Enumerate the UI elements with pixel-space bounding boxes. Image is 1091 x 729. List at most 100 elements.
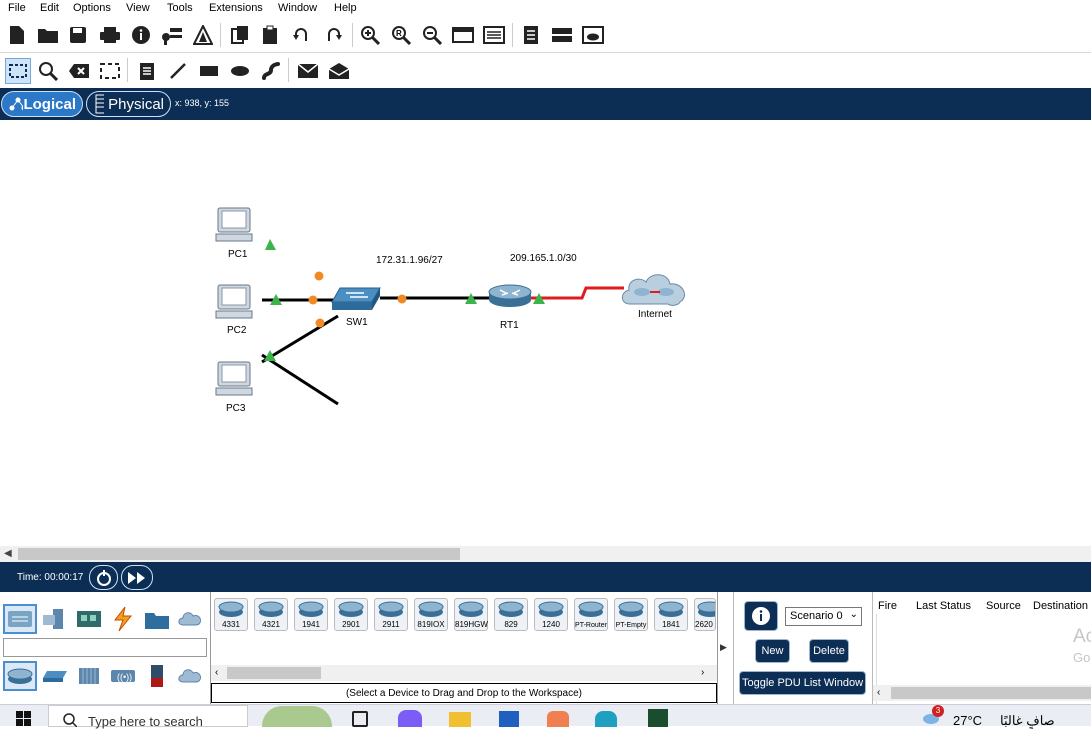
pdu-scroll-thumb[interactable] xyxy=(891,687,1091,699)
device-model-item[interactable]: 4321 xyxy=(254,598,288,631)
device-model-item[interactable]: 819IOX xyxy=(414,598,448,631)
draw-line-icon[interactable] xyxy=(166,59,190,83)
cloud-window-icon[interactable] xyxy=(581,23,605,47)
palette-scroll-right-icon[interactable]: › xyxy=(701,667,704,678)
draw-ellipse-icon[interactable] xyxy=(228,59,252,83)
toggle-pdu-list-button[interactable]: Toggle PDU List Window xyxy=(739,671,866,695)
pdu-column-source[interactable]: Source xyxy=(986,600,1021,612)
subcategory-hubs-icon[interactable] xyxy=(72,661,106,691)
redo-icon[interactable] xyxy=(321,23,345,47)
tab-logical[interactable]: Logical xyxy=(1,91,83,117)
menu-options[interactable]: Options xyxy=(73,2,111,14)
edge-icon[interactable] xyxy=(595,711,617,727)
palette-icon[interactable] xyxy=(482,23,506,47)
fast-forward-button[interactable] xyxy=(121,565,153,590)
menu-help[interactable]: Help xyxy=(334,2,357,14)
category-misc-icon[interactable] xyxy=(140,604,174,634)
device-model-item[interactable]: 829 xyxy=(494,598,528,631)
workspace-hscrollbar[interactable]: ◀ xyxy=(0,546,1091,562)
copy-icon[interactable] xyxy=(228,23,252,47)
app-icon[interactable] xyxy=(547,711,569,727)
subcategory-routers-icon[interactable] xyxy=(3,661,37,691)
taskbar-widget-image[interactable] xyxy=(262,706,332,727)
logical-workspace[interactable]: PC1 PC2 PC3 SW1 RT1 Internet 172.31.1.96… xyxy=(0,120,1091,546)
taskbar-search[interactable]: Type here to search xyxy=(48,705,248,729)
device-model-item[interactable]: 1941 xyxy=(294,598,328,631)
menu-window[interactable]: Window xyxy=(278,2,317,14)
panel-expand-icon[interactable]: ▶ xyxy=(720,642,727,653)
pdu-hscrollbar[interactable]: ‹ xyxy=(873,685,1091,701)
menu-file[interactable]: File xyxy=(8,2,26,14)
activity-wizard-icon[interactable] xyxy=(191,23,215,47)
link-pc3-sw1[interactable] xyxy=(261,314,339,364)
device-icon[interactable] xyxy=(550,23,574,47)
category-search-field[interactable] xyxy=(3,638,207,657)
open-folder-icon[interactable] xyxy=(36,23,60,47)
scenario-select[interactable]: Scenario 0 ⌄ xyxy=(785,607,862,626)
device-model-item[interactable]: PT-Empty xyxy=(614,598,648,631)
device-model-item[interactable]: 1240 xyxy=(534,598,568,631)
category-multiuser-icon[interactable] xyxy=(174,604,208,634)
info-icon[interactable] xyxy=(129,23,153,47)
palette-hscrollbar[interactable]: ‹ › xyxy=(211,665,717,681)
save-icon[interactable] xyxy=(66,23,90,47)
undo-icon[interactable] xyxy=(290,23,314,47)
pdu-column-last-status[interactable]: Last Status xyxy=(916,600,971,612)
document-icon[interactable] xyxy=(519,23,543,47)
zoom-out-icon[interactable] xyxy=(420,23,444,47)
select-tool-icon[interactable] xyxy=(5,58,31,84)
windows-start-icon[interactable] xyxy=(16,711,31,729)
device-model-item[interactable]: 819HGW xyxy=(454,598,488,631)
task-view-icon[interactable] xyxy=(352,711,368,727)
pdu-column-fire[interactable]: Fire xyxy=(878,600,897,612)
device-model-item[interactable]: 4331 xyxy=(214,598,248,631)
simple-pdu-icon[interactable] xyxy=(296,59,320,83)
complex-pdu-icon[interactable] xyxy=(327,59,351,83)
device-model-item[interactable]: PT-Router xyxy=(574,598,608,631)
link-pc1-sw1[interactable] xyxy=(261,353,339,406)
subcategory-wan-emulation-icon[interactable] xyxy=(174,661,208,691)
category-connections-icon[interactable] xyxy=(106,604,140,634)
category-network-devices-icon[interactable] xyxy=(3,604,37,634)
network-info-icon[interactable] xyxy=(160,23,184,47)
scroll-left-icon[interactable]: ◀ xyxy=(4,548,12,559)
zoom-in-icon[interactable] xyxy=(358,23,382,47)
palette-scroll-thumb[interactable] xyxy=(227,667,321,679)
delete-icon[interactable] xyxy=(67,59,91,83)
note-icon[interactable] xyxy=(135,59,159,83)
pdu-column-destination[interactable]: Destination xyxy=(1033,600,1088,612)
power-cycle-button[interactable] xyxy=(89,565,118,590)
menu-tools[interactable]: Tools xyxy=(167,2,193,14)
tab-physical[interactable]: Physical xyxy=(86,91,171,117)
resize-shape-icon[interactable] xyxy=(98,59,122,83)
menu-extensions[interactable]: Extensions xyxy=(209,2,263,14)
device-model-item[interactable]: 1841 xyxy=(654,598,688,631)
inspect-icon[interactable] xyxy=(36,59,60,83)
scenario-info-button[interactable] xyxy=(744,601,778,631)
zoom-reset-icon[interactable]: R xyxy=(389,23,413,47)
delete-scenario-button[interactable]: Delete xyxy=(809,639,849,663)
file-explorer-icon[interactable] xyxy=(449,712,471,727)
palette-scroll-left-icon[interactable]: ‹ xyxy=(215,667,218,678)
subcategory-switches-icon[interactable] xyxy=(38,661,72,691)
new-scenario-button[interactable]: New xyxy=(755,639,790,663)
link-rt1-internet[interactable] xyxy=(530,286,624,300)
menu-edit[interactable]: Edit xyxy=(40,2,59,14)
device-model-item[interactable]: 2911 xyxy=(374,598,408,631)
scroll-thumb[interactable] xyxy=(18,548,460,560)
paste-icon[interactable] xyxy=(258,23,282,47)
window-icon[interactable] xyxy=(451,23,475,47)
pdu-scroll-left-icon[interactable]: ‹ xyxy=(877,687,880,698)
copilot-icon[interactable] xyxy=(398,710,422,727)
subcategory-security-icon[interactable] xyxy=(140,661,174,691)
draw-rectangle-icon[interactable] xyxy=(197,59,221,83)
print-icon[interactable] xyxy=(98,23,122,47)
category-end-devices-icon[interactable] xyxy=(38,604,72,634)
device-model-item[interactable]: 2901 xyxy=(334,598,368,631)
menu-view[interactable]: View xyxy=(126,2,150,14)
device-model-item[interactable]: 2620 xyxy=(694,598,716,631)
store-icon[interactable] xyxy=(499,711,519,727)
packet-tracer-taskbar-icon[interactable] xyxy=(648,709,668,727)
freeform-icon[interactable] xyxy=(259,59,283,83)
category-components-icon[interactable] xyxy=(72,604,106,634)
